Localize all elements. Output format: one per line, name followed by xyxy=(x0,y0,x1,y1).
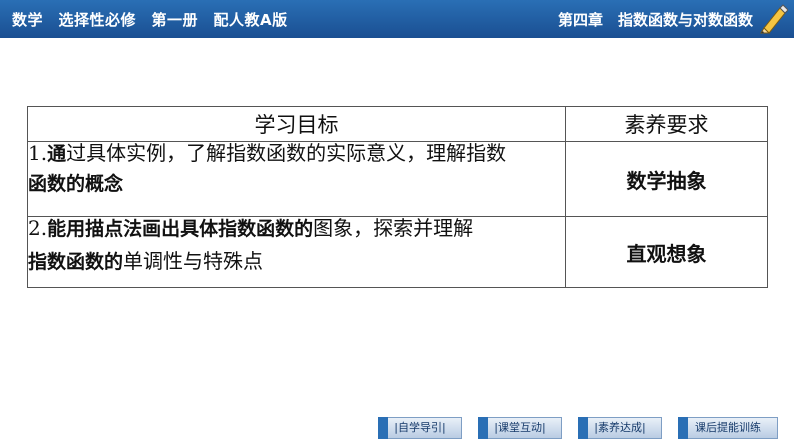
goal-1-bold: 通 xyxy=(47,143,67,165)
table-row: 1.通过具体实例，了解指数函数的实际意义，理解指数 函数的概念 数学抽象 xyxy=(27,141,768,217)
goal-2-line2-bold: 指数函数的 xyxy=(28,251,124,273)
goal-2-prefix: 2. xyxy=(28,216,48,240)
goal-1-rest: 过具体实例，了解指数函数的实际意义，理解指数 xyxy=(66,141,507,165)
chapter-info: 第四章 指数函数与对数函数 xyxy=(558,11,754,29)
nav-button-classroom[interactable]: |课堂互动| xyxy=(478,417,562,439)
goal-1-prefix: 1. xyxy=(28,141,48,165)
goal-cell-1: 1.通过具体实例，了解指数函数的实际意义，理解指数 函数的概念 xyxy=(27,141,566,217)
literacy-cell-2: 直观想象 xyxy=(565,216,768,288)
goals-table: 学习目标 素养要求 1.通过具体实例，了解指数函数的实际意义，理解指数 函数的概… xyxy=(27,106,768,288)
nav-button-literacy[interactable]: |素养达成| xyxy=(578,417,662,439)
header-bar: 数学 选择性必修 第一册 配人教A版 第四章 指数函数与对数函数 xyxy=(0,0,794,38)
literacy-cell-1: 数学抽象 xyxy=(565,141,768,217)
book-info: 数学 选择性必修 第一册 配人教A版 xyxy=(12,11,288,29)
nav-button-homework[interactable]: 课后提能训练 xyxy=(678,417,778,439)
pencil-icon xyxy=(760,4,788,34)
goal-cell-2: 2.能用描点法画出具体指数函数的图象，探索并理解 指数函数的单调性与特殊点 xyxy=(27,216,566,288)
goal-1-line2: 函数的概念 xyxy=(28,173,124,195)
literacy-column-header: 素养要求 xyxy=(565,106,768,142)
goal-2-bold: 能用描点法画出具体指数函数的 xyxy=(47,218,314,240)
goal-2-line2-rest: 单调性与特殊点 xyxy=(123,249,264,273)
goal-2-rest: 图象，探索并理解 xyxy=(313,216,474,240)
nav-button-self-study[interactable]: |自学导引| xyxy=(378,417,462,439)
table-row: 2.能用描点法画出具体指数函数的图象，探索并理解 指数函数的单调性与特殊点 直观… xyxy=(27,216,768,288)
